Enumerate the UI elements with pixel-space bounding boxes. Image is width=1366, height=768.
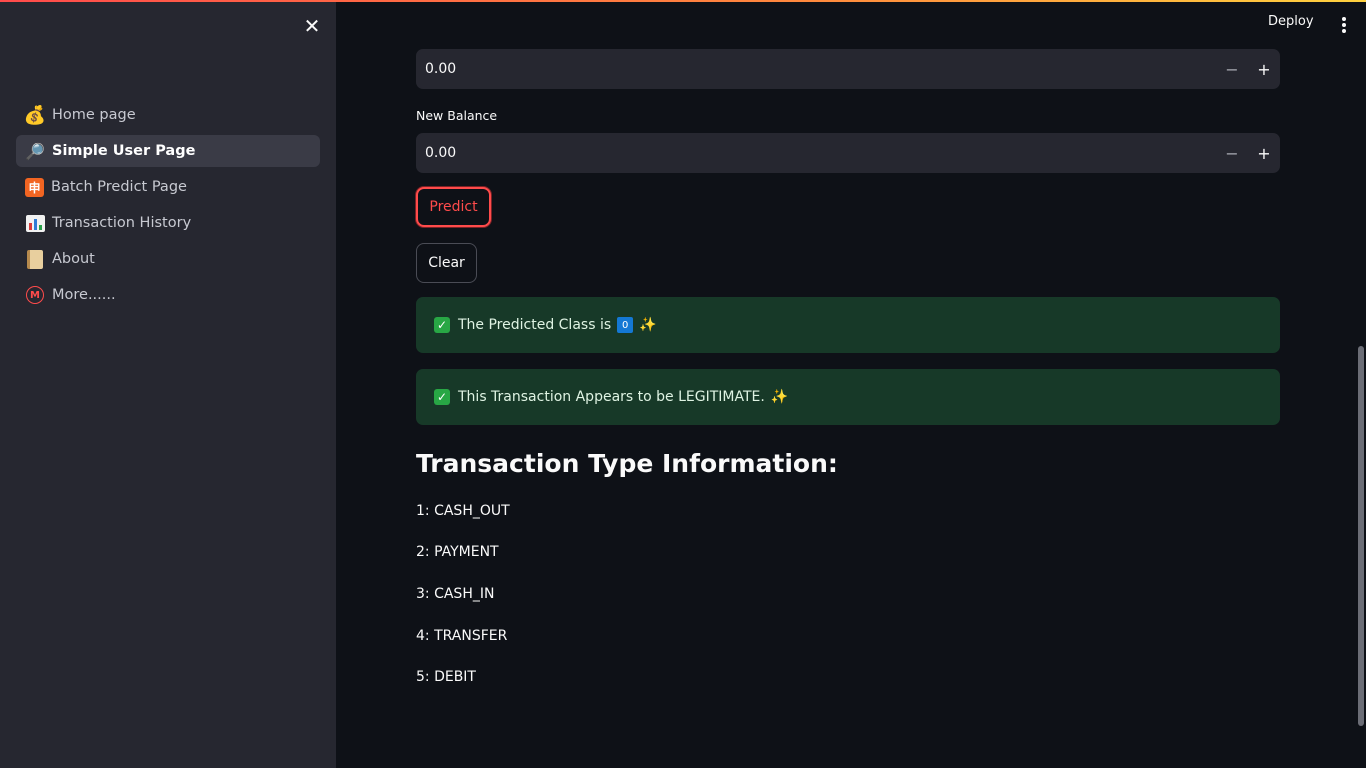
previous-balance-field[interactable] — [416, 61, 1216, 77]
increment-button[interactable]: + — [1248, 133, 1280, 173]
verdict-alert: ✓ This Transaction Appears to be LEGITIM… — [416, 369, 1280, 425]
bar-chart-icon — [25, 213, 45, 233]
previous-balance-input: − + — [416, 49, 1280, 89]
sidebar-item-transaction-history[interactable]: Transaction History — [16, 207, 320, 239]
predict-button[interactable]: Predict — [416, 187, 491, 227]
check-mark-icon: ✓ — [434, 317, 450, 333]
sidebar-item-home[interactable]: 💰 Home page — [16, 99, 320, 131]
new-balance-field[interactable] — [416, 145, 1216, 161]
predicted-class-badge: 0 — [617, 317, 634, 333]
verdict-text: This Transaction Appears to be LEGITIMAT… — [458, 389, 765, 405]
magnifier-icon: 🔎 — [25, 141, 45, 161]
sidebar-item-label: Batch Predict Page — [51, 179, 187, 195]
check-mark-icon: ✓ — [434, 389, 450, 405]
sparkles-icon: ✨ — [770, 389, 789, 405]
sidebar-item-label: Simple User Page — [52, 143, 196, 159]
predicted-class-text: The Predicted Class is — [458, 317, 612, 333]
transaction-type-item: 2: PAYMENT — [416, 544, 499, 560]
sidebar-item-label: About — [52, 251, 95, 267]
sidebar: ✕ 💰 Home page 🔎 Simple User Page 申 Batch… — [0, 0, 336, 768]
sparkles-icon: ✨ — [639, 317, 657, 333]
sidebar-item-label: Transaction History — [52, 215, 192, 231]
transaction-type-item: 4: TRANSFER — [416, 628, 508, 644]
sidebar-item-label: Home page — [52, 107, 136, 123]
sidebar-nav: 💰 Home page 🔎 Simple User Page 申 Batch P… — [16, 99, 320, 315]
decrement-button[interactable]: − — [1216, 133, 1248, 173]
sidebar-item-label: More...... — [52, 287, 116, 303]
sidebar-item-more[interactable]: M More...... — [16, 279, 320, 311]
new-balance-label: New Balance — [416, 108, 498, 123]
transaction-type-item: 3: CASH_IN — [416, 586, 495, 602]
page-scrollbar[interactable] — [1358, 346, 1364, 726]
main-menu-icon[interactable] — [1336, 14, 1352, 36]
scroll-icon — [25, 249, 45, 269]
transaction-type-heading: Transaction Type Information: — [416, 449, 838, 478]
m-circle-icon: M — [25, 285, 45, 305]
new-balance-input: − + — [416, 133, 1280, 173]
sidebar-item-simple-user[interactable]: 🔎 Simple User Page — [16, 135, 320, 167]
predicted-class-alert: ✓ The Predicted Class is 0 ✨ — [416, 297, 1280, 353]
clear-button[interactable]: Clear — [416, 243, 477, 283]
increment-button[interactable]: + — [1248, 49, 1280, 89]
deploy-button[interactable]: Deploy — [1268, 14, 1314, 34]
close-sidebar-icon[interactable]: ✕ — [301, 15, 323, 37]
sidebar-item-batch-predict[interactable]: 申 Batch Predict Page — [16, 171, 320, 203]
money-bag-icon: 💰 — [23, 104, 47, 126]
transaction-type-item: 1: CASH_OUT — [416, 503, 510, 519]
batch-icon: 申 — [25, 177, 44, 197]
transaction-type-item: 5: DEBIT — [416, 669, 476, 685]
decrement-button[interactable]: − — [1216, 49, 1248, 89]
sidebar-item-about[interactable]: About — [16, 243, 320, 275]
top-accent-bar — [0, 0, 1366, 2]
